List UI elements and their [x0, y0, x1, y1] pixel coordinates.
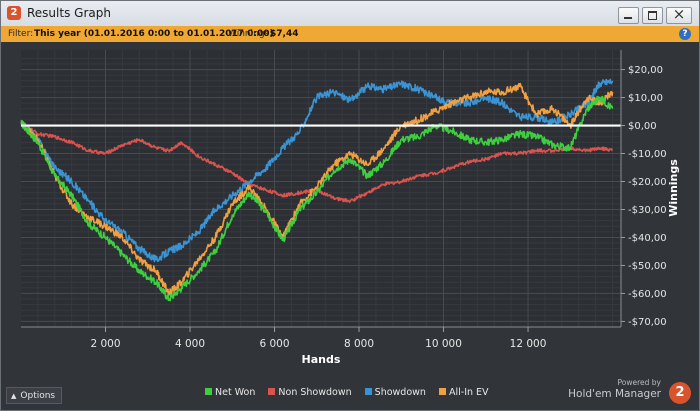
filter-label: Filter: [8, 29, 34, 39]
options-label: Options [20, 391, 56, 401]
y-tick-label: -$20,00 [628, 177, 667, 188]
x-tick-label: 12 000 [510, 338, 547, 350]
legend-label: Showdown [374, 387, 426, 398]
x-tick-label: 10 000 [425, 338, 462, 350]
winnings-value: $7,44 [270, 29, 299, 39]
chart-legend: Net Won Non Showdown Showdown All-In EV [205, 387, 499, 401]
window-title: Results Graph [27, 6, 111, 20]
chevron-up-icon: ▲ [11, 392, 17, 400]
minimize-button[interactable] [618, 7, 639, 24]
y-tick-label: -$10,00 [628, 149, 667, 160]
x-tick-label: 4 000 [175, 338, 205, 350]
y-tick-label: $0,00 [628, 121, 657, 132]
y-tick-label: -$70,00 [628, 317, 667, 328]
filter-bar: Filter: This year (01.01.2016 0:00 to 01… [1, 26, 699, 42]
legend-swatch [205, 388, 212, 395]
y-tick-label: -$60,00 [628, 289, 667, 300]
x-axis-title: Hands [302, 353, 341, 366]
legend-label: Net Won [215, 387, 256, 398]
help-icon[interactable]: ? [679, 28, 691, 40]
legend-swatch [268, 388, 276, 395]
maximize-button[interactable] [642, 7, 663, 24]
x-tick-label: 2 000 [90, 338, 120, 350]
results-graph-window: 2 Results Graph Filter: This year (01.01… [0, 0, 700, 411]
options-button[interactable]: ▲ Options [6, 387, 62, 404]
legend-item-all-in-ev[interactable]: All-In EV [438, 387, 489, 398]
results-chart: 2 000 4 000 6 000 8 000 10 000 12 000 $20,00 $1… [20, 50, 680, 366]
y-tick-label: $10,00 [628, 93, 663, 104]
legend-label: Non Showdown [278, 387, 352, 398]
close-button[interactable] [666, 5, 692, 24]
title-bar[interactable]: 2 Results Graph [1, 1, 699, 27]
y-axis-title: Winnings [667, 159, 680, 217]
legend-swatch [438, 388, 446, 395]
legend-item-non-showdown[interactable]: Non Showdown [268, 387, 352, 398]
hem-brand-logo-icon: 2 [669, 382, 691, 404]
legend-swatch [364, 388, 372, 395]
legend-label: All-In EV [448, 387, 489, 398]
legend-item-net-won[interactable]: Net Won [205, 387, 255, 398]
y-tick-label: $20,00 [628, 65, 663, 76]
y-tick-label: -$40,00 [628, 233, 667, 244]
legend-item-showdown[interactable]: Showdown [364, 387, 426, 398]
x-tick-label: 6 000 [259, 338, 289, 350]
x-tick-label: 8 000 [344, 338, 374, 350]
hem-logo-icon: 2 [7, 6, 21, 20]
winnings-label: Winnings: [228, 29, 273, 39]
powered-by-label: Powered by [617, 378, 661, 387]
brand-name: Hold'em Manager [568, 388, 661, 400]
y-tick-label: -$30,00 [628, 205, 667, 216]
y-tick-label: -$50,00 [628, 261, 667, 272]
